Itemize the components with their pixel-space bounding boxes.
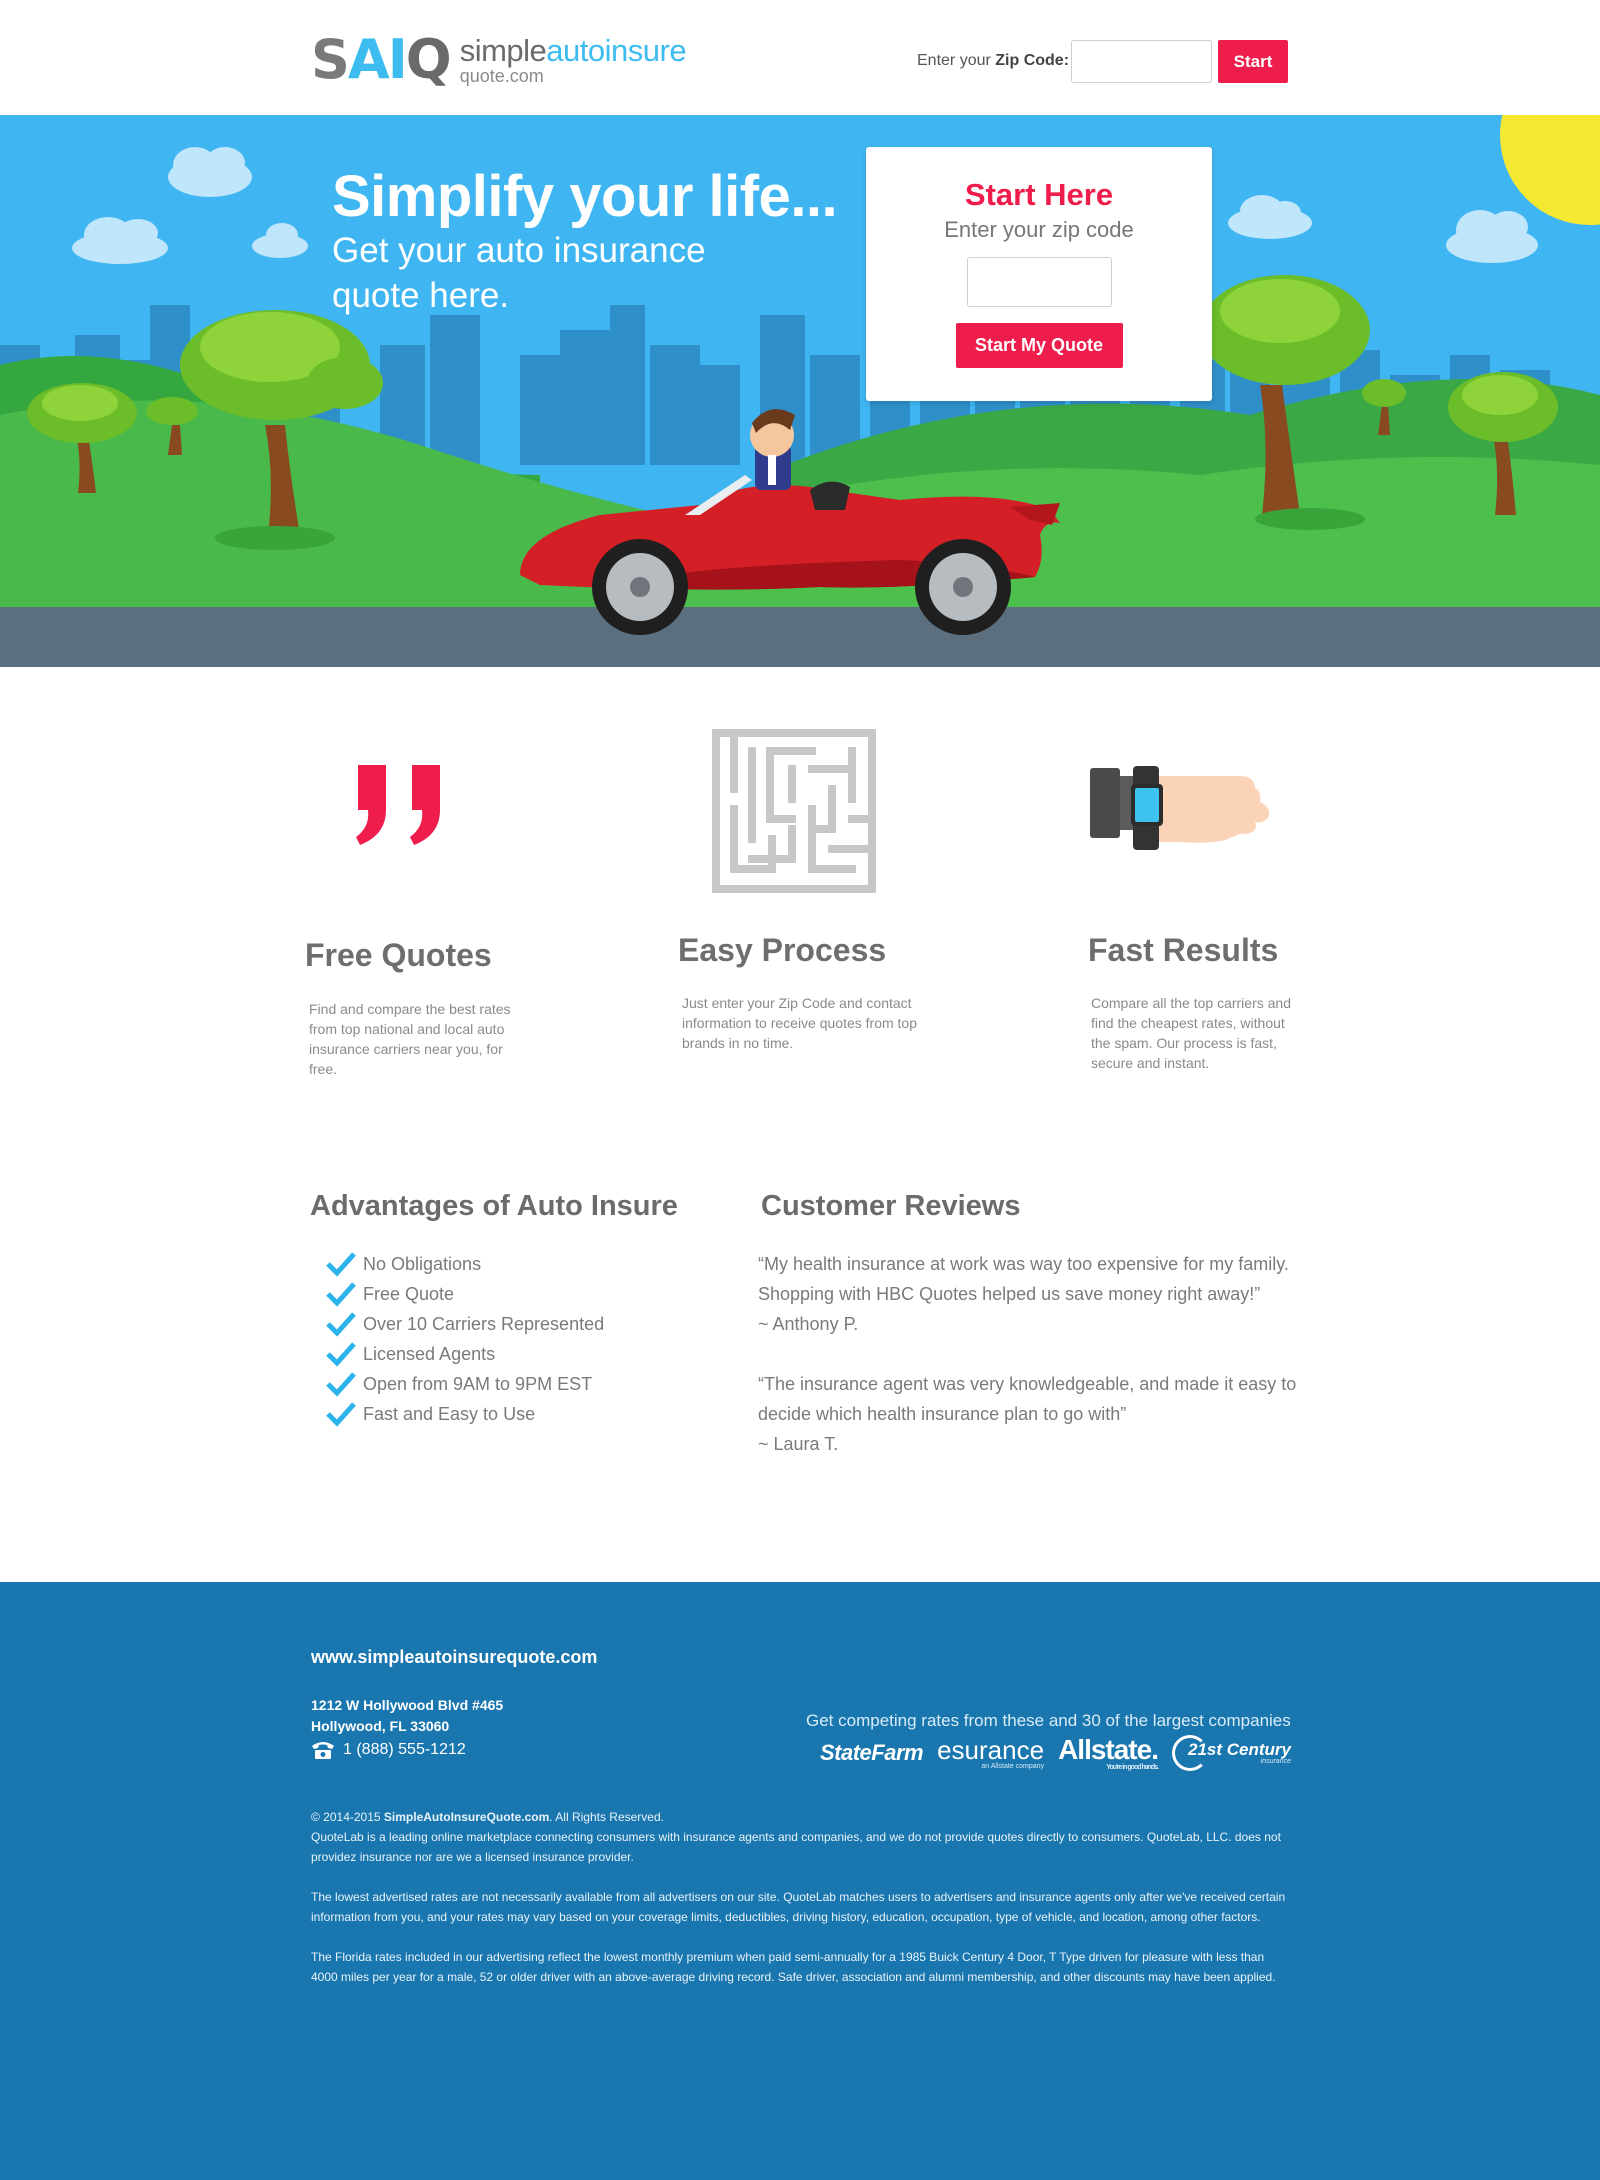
maze-icon — [712, 729, 876, 893]
start-card-subtitle: Enter your zip code — [944, 217, 1134, 242]
site-header: SAIQ simpleautoinsure quote.com Enter yo… — [0, 0, 1600, 115]
checkmark-icon — [326, 1312, 356, 1337]
list-item: No Obligations — [326, 1249, 604, 1279]
header-zip-input[interactable] — [1071, 40, 1212, 83]
feature-text-fast-results: Compare all the top carriers and find th… — [1091, 995, 1291, 1071]
advantages-title: Advantages of Auto Insure — [310, 1190, 678, 1222]
allstate-logo: Allstate. You're in good hands. — [1058, 1733, 1159, 1771]
feature-title-fast-results: Fast Results — [1088, 932, 1279, 968]
statefarm-logo: StateFarm — [820, 1740, 924, 1765]
footer-address: 1212 W Hollywood Blvd #465 Hollywood, FL… — [311, 1697, 504, 1734]
footer-phone[interactable]: 1 (888) 555-1212 — [311, 1740, 466, 1760]
footer-legal: © 2014-2015 SimpleAutoInsureQuote.com. A… — [311, 1807, 1291, 1987]
checkmark-icon — [326, 1372, 356, 1397]
start-card-title: Start Here — [964, 177, 1114, 212]
logo-word-simple: simple — [459, 33, 547, 68]
feature-text-free-quotes: Find and compare the best rates from top… — [309, 1001, 511, 1077]
logo-domain: quote.com — [459, 66, 544, 86]
esurance-logo: esurance an Allstate company — [937, 1734, 1045, 1770]
carrier-logos: StateFarm esurance an Allstate company Al… — [820, 1735, 1305, 1771]
logo-word-autoinsure: autoinsure — [546, 33, 687, 68]
site-logo[interactable]: SAIQ simpleautoinsure quote.com — [311, 28, 687, 91]
road — [0, 607, 1600, 667]
review-item: “The insurance agent was very knowledgea… — [758, 1369, 1298, 1459]
reviews-list: “My health insurance at work was way too… — [758, 1249, 1298, 1459]
list-item: Free Quote — [326, 1279, 604, 1309]
carriers-text: Get competing rates from these and 30 of… — [806, 1711, 1291, 1730]
checkmark-icon — [326, 1402, 356, 1427]
footer-copyright: © 2014-2015 SimpleAutoInsureQuote.com. A… — [311, 1810, 1281, 1864]
footer-florida-rates: The Florida rates included in our advert… — [311, 1950, 1276, 1984]
start-quote-card: Start Here Enter your zip code Start My … — [866, 147, 1212, 401]
header-zip-label: Enter your Zip Code: — [917, 52, 1070, 69]
list-item: Licensed Agents — [326, 1339, 604, 1369]
site-footer: www.simpleautoinsurequote.com 1212 W Hol… — [0, 1582, 1600, 2180]
logo-mark: SAIQ — [311, 28, 452, 91]
checkmark-icon — [326, 1282, 356, 1307]
review-quote: “My health insurance at work was way too… — [758, 1254, 1289, 1304]
21st-century-logo: 21st Century insurance — [1172, 1735, 1291, 1771]
list-item: Open from 9AM to 9PM EST — [326, 1369, 604, 1399]
feature-text-easy-process: Just enter your Zip Code and contact inf… — [682, 995, 918, 1051]
review-quote: “The insurance agent was very knowledgea… — [758, 1374, 1297, 1424]
review-item: “My health insurance at work was way too… — [758, 1249, 1298, 1339]
list-item: Over 10 Carriers Represented — [326, 1309, 604, 1339]
review-author: ~ Laura T. — [758, 1434, 839, 1454]
feature-title-free-quotes: Free Quotes — [305, 937, 492, 973]
review-author: ~ Anthony P. — [758, 1314, 859, 1334]
header-start-button[interactable]: Start — [1218, 40, 1288, 83]
advantages-list: No Obligations Free Quote Over 10 Carrie… — [326, 1249, 604, 1429]
hero-subtitle: Get your auto insurance quote here. — [332, 231, 706, 315]
footer-disclaimer: The lowest advertised rates are not nece… — [311, 1890, 1286, 1924]
feature-title-easy-process: Easy Process — [678, 932, 887, 968]
logo-wordmark: simpleautoinsure quote.com — [459, 33, 687, 86]
sun-icon — [1500, 115, 1600, 225]
quote-marks-icon — [356, 765, 440, 845]
checkmark-icon — [326, 1252, 356, 1277]
hero-zip-input[interactable] — [966, 257, 1112, 307]
phone-icon — [312, 1742, 334, 1759]
hero-title: Simplify your life... — [332, 164, 838, 229]
reviews-title: Customer Reviews — [761, 1190, 1021, 1222]
hero-banner: Simplify your life... Get your auto insu… — [0, 115, 1600, 667]
start-my-quote-button[interactable]: Start My Quote — [955, 323, 1123, 368]
footer-site-link[interactable]: www.simpleautoinsurequote.com — [311, 1647, 597, 1668]
smartwatch-icon — [1090, 766, 1269, 850]
checkmark-icon — [326, 1342, 356, 1367]
list-item: Fast and Easy to Use — [326, 1399, 604, 1429]
